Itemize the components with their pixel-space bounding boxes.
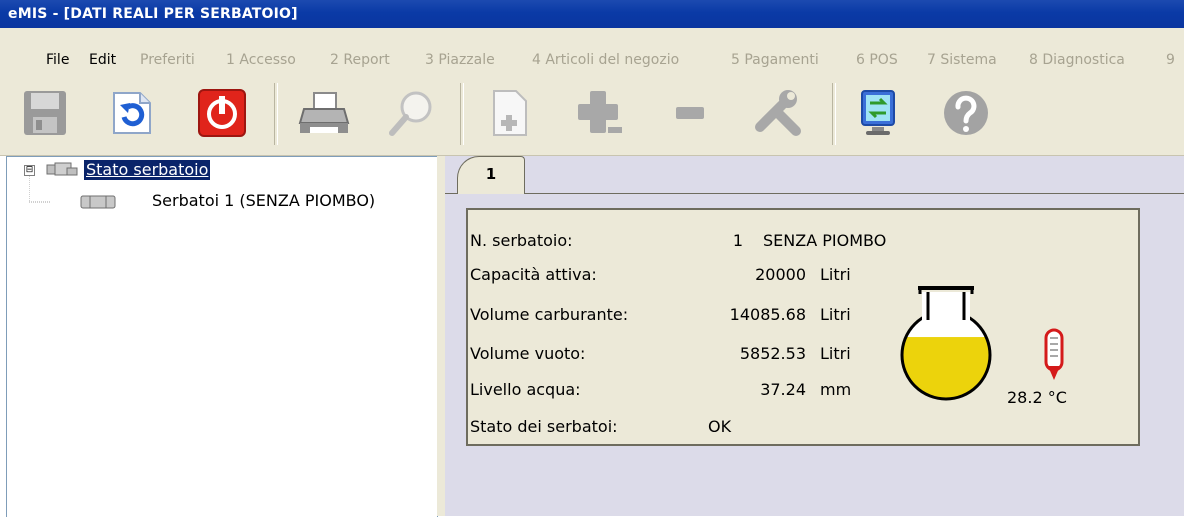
toolbar — [0, 75, 1184, 156]
power-icon[interactable] — [196, 87, 248, 139]
menu-pagamenti[interactable]: 5 Pagamenti — [731, 45, 819, 75]
menu-more[interactable]: 9 — [1166, 45, 1175, 75]
tank-icon — [80, 195, 116, 209]
tree-item-serbatoi-1[interactable]: Serbatoi 1 (SENZA PIOMBO) — [152, 190, 375, 212]
toolbar-separator — [460, 83, 464, 145]
menubar-spacer — [0, 28, 1184, 45]
empty-volume-unit: Litri — [820, 344, 851, 363]
active-capacity-label: Capacità attiva: — [470, 265, 597, 284]
fuel-volume-value: 14085.68 — [729, 305, 806, 324]
tank-product-name: SENZA PIOMBO — [763, 231, 887, 250]
new-document-icon[interactable] — [484, 87, 536, 139]
toolbar-separator — [832, 83, 836, 145]
help-icon[interactable] — [940, 87, 992, 139]
menu-diagnostica[interactable]: 8 Diagnostica — [1029, 45, 1125, 75]
active-capacity-unit: Litri — [820, 265, 851, 284]
printer-icon[interactable] — [298, 87, 350, 139]
menu-report[interactable]: 2 Report — [330, 45, 390, 75]
remove-icon[interactable] — [664, 87, 716, 139]
menu-sistema[interactable]: 7 Sistema — [927, 45, 997, 75]
menu-file[interactable]: File — [46, 45, 69, 75]
menu-accesso[interactable]: 1 Accesso — [226, 45, 296, 75]
save-icon[interactable] — [20, 87, 72, 139]
tank-flask-icon — [900, 286, 992, 401]
fuel-volume-unit: Litri — [820, 305, 851, 324]
menu-articoli[interactable]: 4 Articoli del negozio — [532, 45, 679, 75]
tank-status-label: Stato dei serbatoi: — [470, 417, 618, 436]
menu-bar: File Edit Preferiti 1 Accesso 2 Report 3… — [0, 45, 1184, 75]
empty-volume-label: Volume vuoto: — [470, 344, 586, 363]
water-level-label: Livello acqua: — [470, 380, 581, 399]
tab-1[interactable]: 1 — [457, 156, 525, 195]
temperature-value: 28.2 °C — [1007, 388, 1067, 407]
menu-preferiti[interactable]: Preferiti — [140, 45, 195, 75]
empty-volume-value: 5852.53 — [739, 344, 806, 363]
menu-pos[interactable]: 6 POS — [856, 45, 898, 75]
undo-icon[interactable] — [106, 87, 158, 139]
toolbar-separator — [274, 83, 278, 145]
window-title: eMIS - [DATI REALI PER SERBATOIO] — [0, 0, 1184, 28]
panel-splitter[interactable] — [437, 156, 445, 516]
tree-collapse-icon[interactable]: ⊟ — [24, 165, 35, 176]
tree-root-stato-serbatoio[interactable]: Stato serbatoio — [84, 160, 211, 180]
tank-status-value: OK — [708, 417, 732, 436]
tank-number-value: 1 — [732, 231, 743, 250]
water-level-value: 37.24 — [760, 380, 806, 399]
tank-group-icon — [46, 162, 78, 176]
menu-piazzale[interactable]: 3 Piazzale — [425, 45, 495, 75]
thermometer-icon — [1044, 328, 1064, 380]
add-icon[interactable] — [574, 87, 626, 139]
fuel-volume-label: Volume carburante: — [470, 305, 629, 324]
magnifier-icon[interactable] — [386, 87, 438, 139]
menu-edit[interactable]: Edit — [89, 45, 116, 75]
network-monitor-icon[interactable] — [852, 87, 904, 139]
tank-number-label: N. serbatoio: — [470, 231, 573, 250]
water-level-unit: mm — [820, 380, 852, 399]
tools-icon[interactable] — [752, 87, 804, 139]
active-capacity-value: 20000 — [755, 265, 806, 284]
